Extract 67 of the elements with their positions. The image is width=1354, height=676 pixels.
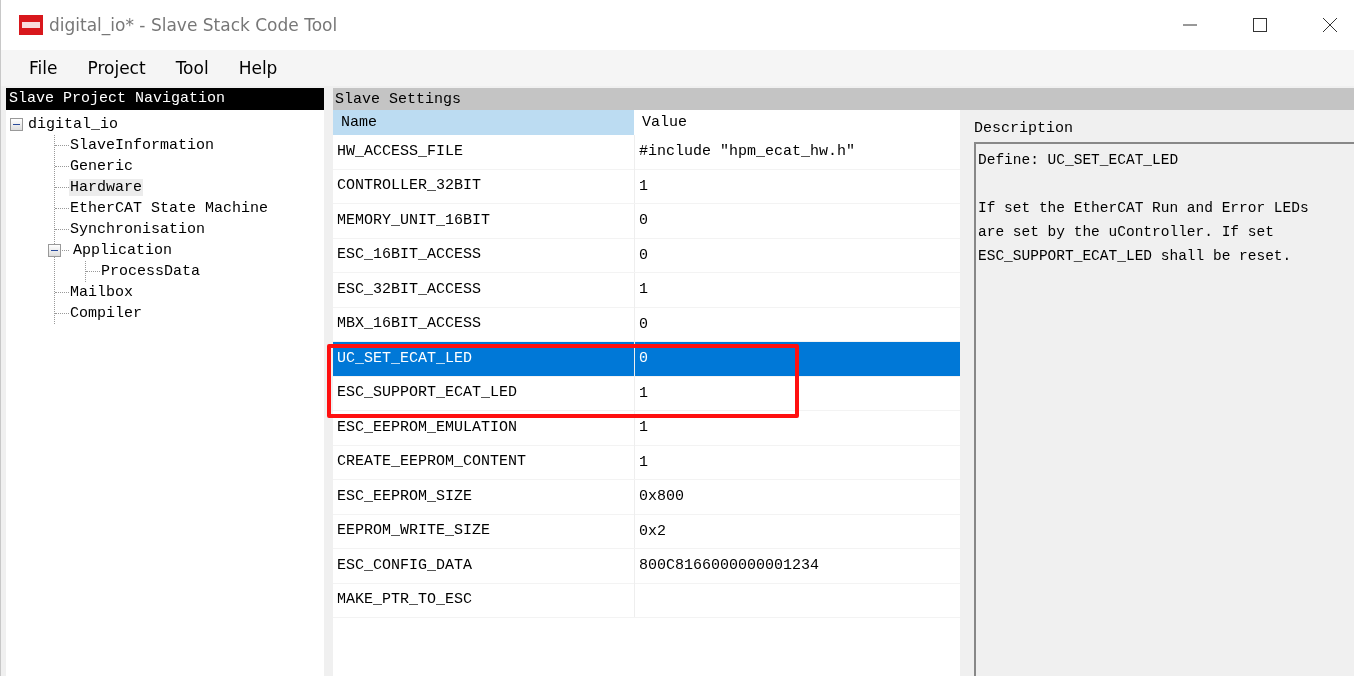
table-cell: EEPROM_WRITE_SIZE [333,514,635,549]
collapse-toggle-icon[interactable] [10,118,23,131]
table-cell: ESC_CONFIG_DATA [333,548,635,583]
definition-text: Define: UC_SET_ECAT_LED [978,151,1180,170]
table-row[interactable]: HW_ACCESS_FILE #include "hpm_ecat_hw.h" [333,135,960,170]
close-icon[interactable] [1322,17,1338,33]
table-cell-text: 1 [638,281,648,299]
panel-title: Slave Project Navigation [6,88,324,110]
maximize-icon[interactable] [1252,17,1268,33]
table-cell: ESC_SUPPORT_ECAT_LED [333,376,635,411]
table-cell: MBX_16BIT_ACCESS [333,307,635,342]
table-cell: CONTROLLER_32BIT [333,169,635,204]
table-cell: CREATE_EEPROM_CONTENT [333,445,635,480]
tree-item[interactable]: Compiler [69,305,143,322]
table-cell-text: 0 [638,212,648,230]
table-cell-text: 0x800 [638,488,684,506]
panel-title: Slave Settings [333,88,1354,110]
tree-item[interactable]: digital_io [27,116,119,133]
column-header[interactable]: Name [333,110,634,135]
table-cell: ESC_16BIT_ACCESS [333,238,635,273]
table-row[interactable]: MAKE_PTR_TO_ESC [333,583,960,618]
menu-item[interactable]: Help [224,56,288,80]
table-cell: MAKE_PTR_TO_ESC [333,583,635,618]
table-row[interactable]: MEMORY_UNIT_16BIT 0 [333,204,960,239]
app-logo-icon [19,15,43,35]
table-row[interactable]: ESC_EEPROM_SIZE 0x800 [333,480,960,515]
table-cell-text: #include "hpm_ecat_hw.h" [638,143,856,161]
table-cell-text: 1 [638,384,648,402]
table-cell-text: 1 [638,177,648,195]
table-cell-text: 800C8166000000001234 [638,557,820,575]
table-cell-text: 0 [638,350,648,368]
table-cell-text: 0x2 [638,522,666,540]
description-text: If set the EtherCAT Run and Error LEDs are set by the uController. If set ESC_SUPPORT_ECAT_LED shall be reset. [978,199,1310,266]
column-header[interactable]: Value [634,110,960,135]
tree-item[interactable]: EtherCAT State Machine [69,200,270,217]
tree-item[interactable]: Hardware [69,179,143,196]
tree-item[interactable]: Mailbox [69,284,134,301]
table-row[interactable]: ESC_32BIT_ACCESS 1 [333,273,960,308]
table-row[interactable]: CONTROLLER_32BIT 1 [333,169,960,204]
tree-item[interactable]: Synchronisation [69,221,207,238]
table-row[interactable]: ESC_CONFIG_DATA 800C8166000000001234 [333,549,960,584]
tree-item[interactable]: SlaveInformation [69,137,216,154]
table-row[interactable]: EEPROM_WRITE_SIZE 0x2 [333,514,960,549]
table-row[interactable]: UC_SET_ECAT_LED 0 [333,342,960,377]
table-cell: UC_SET_ECAT_LED [333,341,635,376]
table-row[interactable]: ESC_SUPPORT_ECAT_LED 1 [333,376,960,411]
tree-item[interactable]: Generic [69,158,134,175]
menu-item[interactable]: Project [73,56,156,80]
description-label: Description [974,120,1075,139]
table-row[interactable]: ESC_16BIT_ACCESS 0 [333,238,960,273]
table-cell: MEMORY_UNIT_16BIT [333,203,635,238]
table-cell-text: 1 [638,419,648,437]
window-title: digital_io* - Slave Stack Code Tool [49,15,338,35]
tree-item[interactable]: Application [72,242,174,259]
table-cell-text: 1 [638,453,648,471]
table-cell: ESC_EEPROM_EMULATION [333,410,635,445]
table-cell-text: 0 [638,315,648,333]
table-cell-text: 0 [638,246,648,264]
collapse-toggle-icon[interactable] [48,244,61,257]
table-row[interactable]: CREATE_EEPROM_CONTENT 1 [333,445,960,480]
tree-item[interactable]: ProcessData [100,263,202,280]
menu-item[interactable]: File [15,56,68,80]
table-row[interactable]: ESC_EEPROM_EMULATION 1 [333,411,960,446]
menu-item[interactable]: Tool [161,56,219,80]
table-cell: HW_ACCESS_FILE [333,134,635,169]
table-cell: ESC_EEPROM_SIZE [333,479,635,514]
table-cell: ESC_32BIT_ACCESS [333,272,635,307]
